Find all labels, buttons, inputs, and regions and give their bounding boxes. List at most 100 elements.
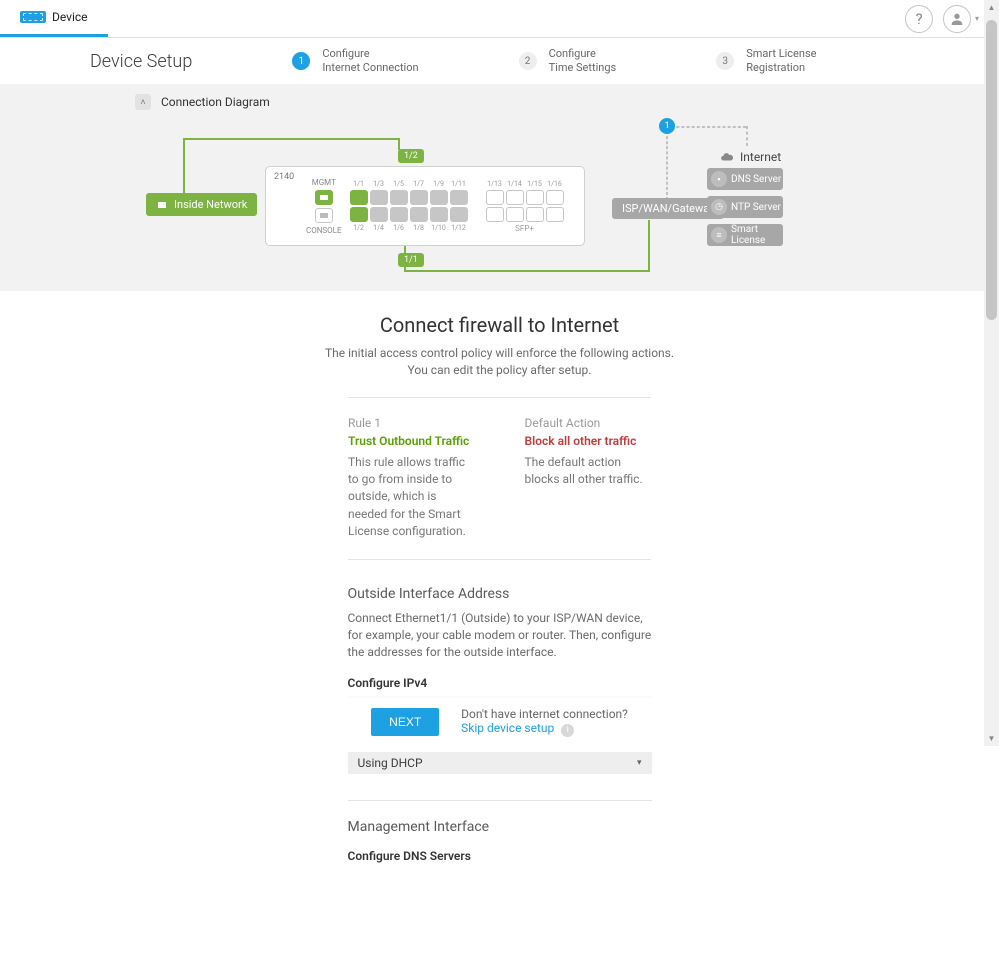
diagram-line — [404, 270, 648, 272]
console-label: CONSOLE — [306, 226, 342, 235]
ntp-server-pill: ◷ NTP Server — [707, 196, 783, 218]
step-3-line2: Registration — [746, 61, 805, 74]
rule1-body: This rule allows traffic to go from insi… — [348, 454, 475, 541]
port-lbl: 1/5 — [390, 180, 408, 188]
inside-network-label: Inside Network — [174, 198, 247, 211]
sfp-port — [546, 190, 564, 205]
chevron-down-icon: ▾ — [975, 14, 979, 23]
port-lbl: 1/6 — [390, 224, 408, 232]
diagram-dashed — [666, 126, 668, 200]
step-3[interactable]: 3 Smart License Registration — [716, 47, 816, 75]
port-1-2 — [350, 207, 368, 222]
step-2-line1: Configure — [549, 47, 596, 60]
port-1-7 — [410, 190, 428, 205]
mgmt-heading: Management Interface — [348, 819, 652, 835]
scrollbar-thumb[interactable] — [986, 20, 997, 320]
port-1-4 — [370, 207, 388, 222]
port-1-10 — [430, 207, 448, 222]
step-1-line2: Internet Connection — [322, 61, 418, 74]
diagram-line — [648, 220, 650, 272]
internet-label: Internet — [720, 150, 781, 164]
port-1-11 — [450, 190, 468, 205]
divider — [348, 800, 652, 801]
ipv6-select[interactable]: Using DHCP ▾ — [348, 752, 652, 774]
ipv6-value: Using DHCP — [358, 756, 423, 770]
step-3-num: 3 — [716, 52, 734, 70]
port-lbl: 1/12 — [450, 224, 468, 232]
scrollbar-down-icon[interactable]: ▼ — [984, 731, 999, 746]
footer-prompt: Don't have internet connection? — [461, 707, 628, 721]
divider — [348, 559, 651, 560]
scrollbar-up-icon[interactable]: ▲ — [984, 0, 999, 15]
next-button[interactable]: NEXT — [371, 708, 439, 736]
subtitle-2: You can edit the policy after setup. — [408, 363, 592, 377]
console-port — [315, 208, 333, 223]
sfp-port — [546, 207, 564, 222]
divider — [348, 397, 651, 398]
profile-menu[interactable]: ▾ — [943, 5, 979, 33]
port-1-9 — [430, 190, 448, 205]
help-icon[interactable]: ? — [905, 5, 933, 33]
port-lbl: 1/11 — [450, 180, 468, 188]
port-1-1 — [350, 190, 368, 205]
sfp-label: SFP+ — [486, 224, 564, 233]
user-icon — [943, 5, 971, 33]
outside-heading: Outside Interface Address — [348, 586, 652, 602]
page-title: Device Setup — [90, 51, 192, 72]
smart-license-pill: ≡ Smart License — [707, 224, 783, 246]
connection-diagram-panel: ˄ Connection Diagram 1 Inside Network 1/… — [0, 84, 999, 291]
skip-setup-link[interactable]: Skip device setup — [461, 721, 554, 735]
port-lbl: 1/4 — [370, 224, 388, 232]
step-3-line1: Smart License — [746, 47, 816, 60]
sfp-port — [486, 207, 504, 222]
mgmt-label: MGMT — [312, 178, 336, 187]
port-1-6 — [390, 207, 408, 222]
port-lbl: 1/2 — [350, 224, 368, 232]
step-2[interactable]: 2 Configure Time Settings — [519, 47, 617, 75]
cisco-icon: ≡ — [711, 227, 727, 243]
content-title: Connect firewall to Internet — [180, 313, 820, 337]
server-icon: ▪ — [711, 171, 727, 187]
device-chassis: 2140 MGMT CONSOLE 1/1 1/3 1/5 1/7 1/9 1/… — [265, 166, 585, 246]
scrollbar[interactable]: ▲ ▼ — [984, 0, 999, 746]
dns-label: Configure DNS Servers — [348, 849, 652, 863]
outside-desc: Connect Ethernet1/1 (Outside) to your IS… — [348, 610, 652, 662]
step-1-num: 1 — [292, 52, 310, 70]
dns-server-pill: ▪ DNS Server — [707, 168, 783, 190]
diagram-line — [183, 138, 398, 140]
port-1-3 — [370, 190, 388, 205]
footer-bar: NEXT Don't have internet connection? Ski… — [0, 698, 999, 746]
sfp-lbl: 1/14 — [506, 180, 524, 188]
device-icon — [20, 11, 46, 23]
dns-label: DNS Server — [731, 174, 781, 185]
inside-network-node: Inside Network — [146, 193, 257, 216]
ipv4-label: Configure IPv4 — [348, 676, 652, 690]
step-1[interactable]: 1 Configure Internet Connection — [292, 47, 418, 75]
port-badge-bottom: 1/1 — [398, 253, 424, 267]
sfp-port — [526, 207, 544, 222]
sfp-lbl: 1/13 — [486, 180, 504, 188]
mgmt-port — [315, 190, 333, 205]
rule1-small: Rule 1 — [348, 416, 475, 430]
port-1-5 — [390, 190, 408, 205]
subheader: Device Setup 1 Configure Internet Connec… — [0, 38, 999, 84]
topbar: Device ? ▾ — [0, 0, 999, 38]
chevron-down-icon: ▾ — [637, 758, 642, 768]
port-lbl: 1/1 — [350, 180, 368, 188]
port-1-12 — [450, 207, 468, 222]
tab-device[interactable]: Device — [0, 0, 108, 37]
sfp-port — [526, 190, 544, 205]
sfp-lbl: 1/15 — [526, 180, 544, 188]
port-lbl: 1/7 — [410, 180, 428, 188]
step-2-line2: Time Settings — [549, 61, 617, 74]
collapse-diagram-button[interactable]: ˄ — [135, 94, 151, 110]
internet-text: Internet — [740, 150, 781, 164]
setup-form: Connect firewall to Internet The initial… — [180, 313, 820, 953]
clock-icon: ◷ — [711, 199, 727, 215]
subtitle-1: The initial access control policy will e… — [325, 346, 674, 360]
info-icon[interactable]: i — [561, 724, 574, 737]
sfp-lbl: 1/16 — [546, 180, 564, 188]
sfp-port — [506, 207, 524, 222]
rule2-title: Block all other traffic — [525, 434, 652, 448]
sl-label: Smart License — [731, 224, 783, 246]
